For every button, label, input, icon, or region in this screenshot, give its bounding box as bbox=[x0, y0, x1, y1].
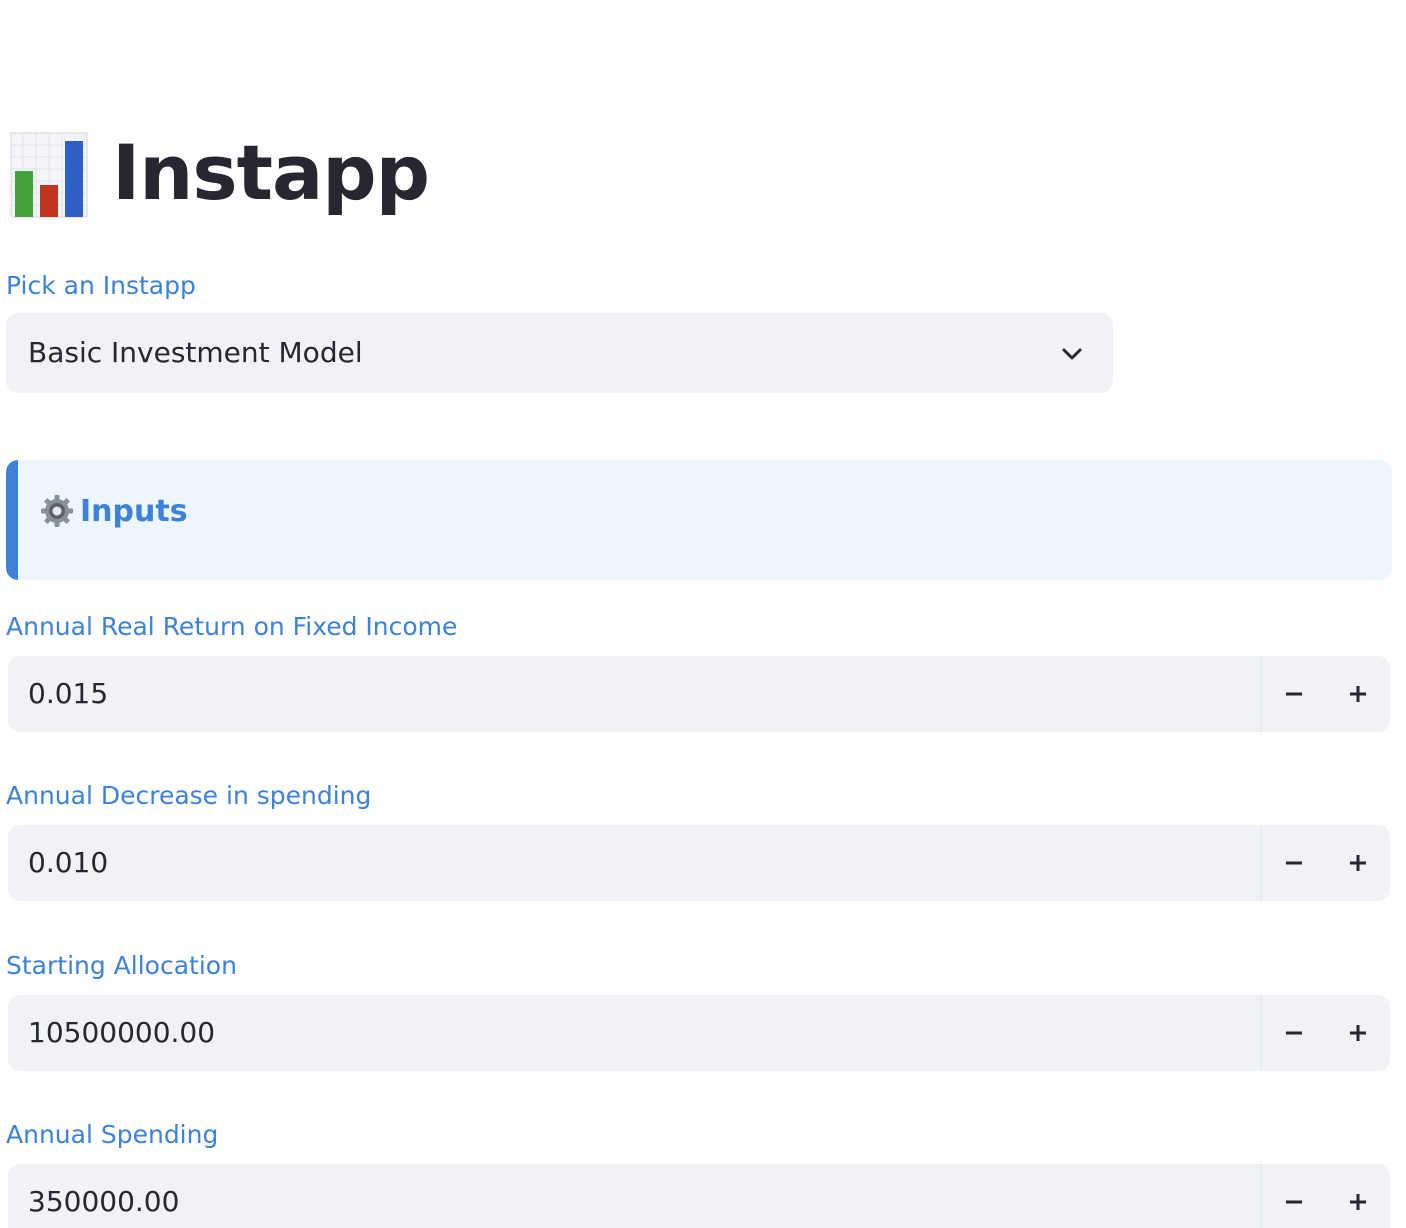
increment-button[interactable] bbox=[1326, 1164, 1390, 1228]
app-title: Instapp bbox=[112, 128, 430, 217]
plus-icon bbox=[1350, 1025, 1366, 1041]
decrement-button[interactable] bbox=[1262, 995, 1326, 1071]
increment-button[interactable] bbox=[1326, 995, 1390, 1071]
input-label: Annual Decrease in spending bbox=[6, 781, 372, 810]
increment-button[interactable] bbox=[1326, 656, 1390, 732]
decrement-button[interactable] bbox=[1262, 1164, 1326, 1228]
instapp-select[interactable]: Basic Investment Model bbox=[6, 313, 1113, 393]
minus-icon bbox=[1286, 1200, 1302, 1204]
chevron-down-icon[interactable] bbox=[1059, 341, 1085, 367]
minus-icon bbox=[1286, 1031, 1302, 1035]
inputs-title: Inputs bbox=[80, 493, 188, 529]
bar-chart-icon bbox=[10, 132, 88, 218]
minus-icon bbox=[1286, 861, 1302, 865]
minus-icon bbox=[1286, 692, 1302, 696]
section-title: Inputs bbox=[40, 490, 188, 532]
inputs-section-header: Inputs bbox=[6, 460, 1392, 580]
select-value: Basic Investment Model bbox=[28, 336, 363, 369]
app-page: Instapp Pick an Instapp Basic Investment… bbox=[0, 0, 1406, 1228]
input-label: Annual Spending bbox=[6, 1120, 219, 1149]
input-label: Starting Allocation bbox=[6, 951, 237, 980]
plus-icon bbox=[1350, 855, 1366, 871]
decrement-button[interactable] bbox=[1262, 656, 1326, 732]
picker-label: Pick an Instapp bbox=[6, 271, 196, 300]
decrement-button[interactable] bbox=[1262, 825, 1326, 901]
number-field[interactable]: 0.015 bbox=[28, 656, 108, 732]
number-input: 350000.00 bbox=[8, 1164, 1390, 1228]
number-field[interactable]: 0.010 bbox=[28, 825, 108, 901]
plus-icon bbox=[1350, 686, 1366, 702]
gear-icon bbox=[41, 495, 73, 527]
number-field[interactable]: 350000.00 bbox=[28, 1164, 179, 1228]
info-accent-bar bbox=[6, 460, 18, 580]
number-input: 0.010 bbox=[8, 825, 1390, 901]
number-input: 0.015 bbox=[8, 656, 1390, 732]
number-field[interactable]: 10500000.00 bbox=[28, 995, 215, 1071]
input-label: Annual Real Return on Fixed Income bbox=[6, 612, 458, 641]
page-title: Instapp bbox=[10, 118, 430, 228]
plus-icon bbox=[1350, 1194, 1366, 1210]
increment-button[interactable] bbox=[1326, 825, 1390, 901]
number-input: 10500000.00 bbox=[8, 995, 1390, 1071]
